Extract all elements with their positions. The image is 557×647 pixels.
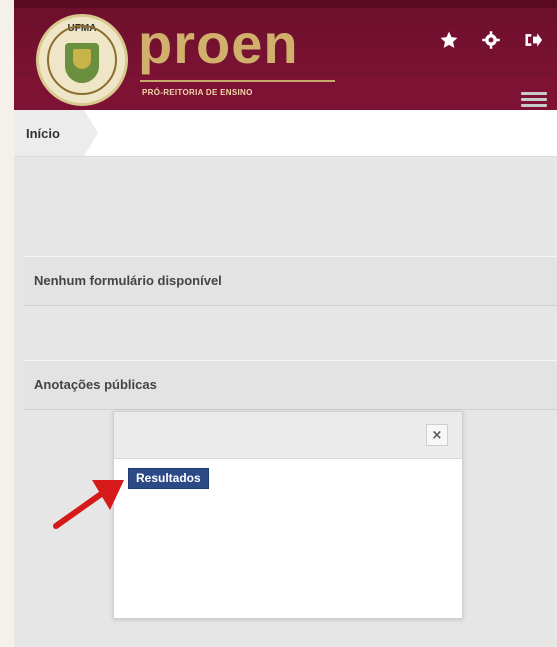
ufma-seal-logo: UFMA <box>36 14 128 106</box>
brand-divider <box>140 80 335 82</box>
results-modal: × Resultados <box>113 411 463 619</box>
breadcrumb-home[interactable]: Início <box>14 110 98 156</box>
app-header: UFMA proen PRÓ-REITORIA DE ENSINO <box>14 0 557 118</box>
sign-out-icon[interactable] <box>521 28 545 52</box>
modal-header: × <box>114 412 462 459</box>
breadcrumb: Início <box>14 110 557 157</box>
star-icon[interactable] <box>437 28 461 52</box>
results-button[interactable]: Resultados <box>128 468 209 489</box>
seal-shield <box>65 43 99 83</box>
hamburger-menu-icon[interactable] <box>521 89 547 109</box>
close-icon[interactable]: × <box>426 424 448 446</box>
panel-forms: Nenhum formulário disponível <box>24 256 557 306</box>
page-frame: UFMA proen PRÓ-REITORIA DE ENSINO Início… <box>14 0 557 647</box>
brand-title: proen <box>138 12 299 75</box>
brand-subtitle: PRÓ-REITORIA DE ENSINO <box>142 88 253 97</box>
gear-icon[interactable] <box>479 28 503 52</box>
red-arrow-annotation <box>53 480 124 529</box>
header-actions <box>437 28 545 52</box>
panel-public-notes: Anotações públicas <box>24 360 557 410</box>
